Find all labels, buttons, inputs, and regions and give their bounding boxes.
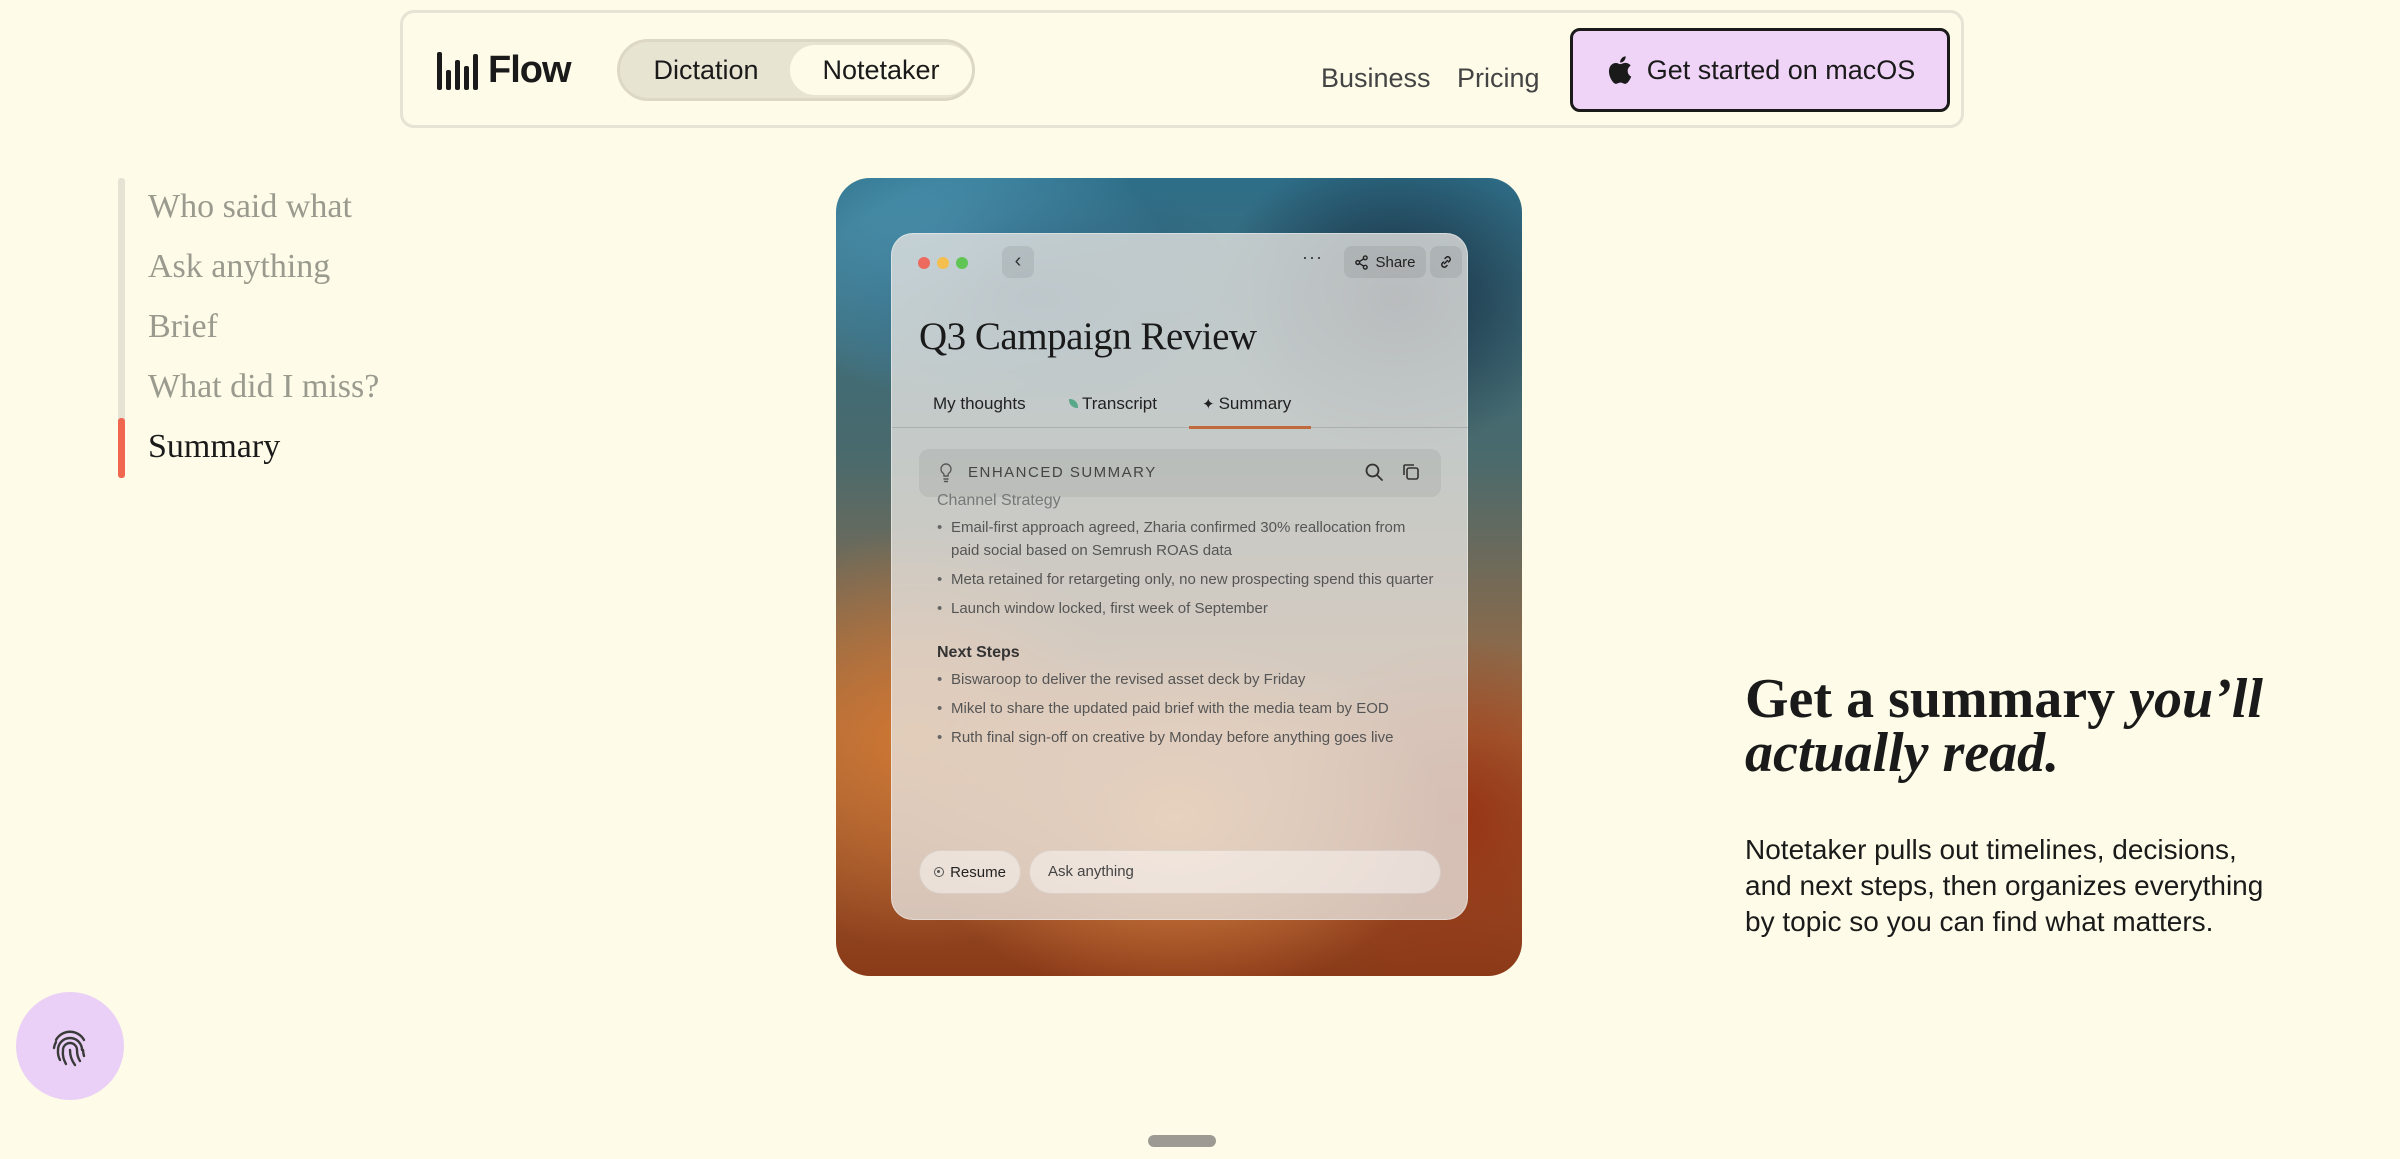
sparkle-icon: ✦ [1202, 396, 1215, 413]
tab-transcript-label: Transcript [1082, 394, 1157, 413]
section-headline: Get a summary you’ll actually read. [1745, 671, 2305, 781]
tab-my-thoughts[interactable]: My thoughts [933, 394, 1026, 414]
notetaker-tab[interactable]: Notetaker [790, 45, 972, 95]
side-nav-active-indicator [118, 418, 125, 478]
link-icon [1441, 256, 1451, 268]
tab-summary-label: Summary [1218, 394, 1292, 413]
side-item-brief[interactable]: Brief [148, 308, 218, 346]
enhanced-summary-bar: ENHANCED SUMMARY [919, 449, 1441, 497]
apple-icon [1608, 56, 1631, 84]
note-window: ‹ ··· Share Q3 Campaign Review My though… [891, 233, 1469, 920]
record-icon [934, 867, 945, 877]
scroll-handle[interactable] [1148, 1135, 1216, 1147]
back-chevron-icon[interactable]: ‹ [1002, 246, 1034, 278]
dictation-tab[interactable]: Dictation [620, 45, 792, 95]
tab-transcript[interactable]: Transcript [1069, 394, 1157, 414]
pricing-link[interactable]: Pricing [1457, 63, 1540, 94]
summary-bullet: Ruth final sign-off on creative by Monda… [937, 726, 1437, 749]
tab-summary[interactable]: ✦ Summary [1202, 394, 1291, 414]
summary-content: Channel Strategy Email-first approach ag… [937, 492, 1437, 749]
tab-my-thoughts-label: My thoughts [933, 394, 1026, 413]
window-controls [918, 257, 968, 269]
flow-logo[interactable]: Flow [437, 49, 572, 92]
logo-text: Flow [488, 49, 572, 91]
share-label: Share [1375, 253, 1416, 271]
summary-bullet: Meta retained for retargeting only, no n… [937, 568, 1437, 591]
section-heading: Channel Strategy [937, 492, 1061, 509]
note-tabs: My thoughts Transcript ✦ Summary [892, 388, 1469, 429]
maximize-dot[interactable] [956, 257, 968, 269]
top-nav: Flow Dictation Notetaker Business Pricin… [400, 10, 1964, 128]
enhanced-summary-label: ENHANCED SUMMARY [968, 464, 1157, 481]
summary-bullet: Biswaroop to deliver the revised asset d… [937, 668, 1437, 691]
waveform-bars-icon [437, 51, 478, 90]
get-started-button[interactable]: Get started on macOS [1570, 28, 1950, 112]
resume-label: Resume [950, 863, 1006, 881]
copy-icon[interactable] [1401, 462, 1421, 482]
summary-bullet: Mikel to share the updated paid brief wi… [937, 697, 1437, 720]
product-switcher: Dictation Notetaker [617, 39, 975, 101]
share-icon [1355, 254, 1369, 270]
summary-bullet: Email-first approach agreed, Zharia conf… [937, 516, 1437, 562]
section-heading: Next Steps [937, 644, 1020, 661]
hero-visual: ‹ ··· Share Q3 Campaign Review My though… [836, 178, 1522, 976]
close-dot[interactable] [918, 257, 930, 269]
side-item-who-said-what[interactable]: Who said what [148, 188, 352, 226]
leaf-icon [1069, 399, 1078, 408]
more-options-icon[interactable]: ··· [1302, 247, 1323, 268]
lightbulb-icon [940, 463, 952, 483]
get-started-label: Get started on macOS [1646, 54, 1916, 85]
share-button[interactable]: Share [1344, 246, 1426, 278]
ask-anything-input[interactable]: Ask anything [1029, 850, 1441, 894]
side-item-what-did-i-miss[interactable]: What did I miss? [148, 368, 379, 406]
fingerprint-button[interactable] [16, 992, 124, 1100]
resume-button[interactable]: Resume [919, 850, 1021, 894]
minimize-dot[interactable] [937, 257, 949, 269]
search-icon[interactable] [1364, 462, 1384, 482]
active-tab-underline [1189, 426, 1311, 429]
side-item-summary[interactable]: Summary [148, 428, 280, 466]
headline-plain: Get a summary [1745, 668, 2130, 730]
side-item-ask-anything[interactable]: Ask anything [148, 248, 330, 286]
fingerprint-icon [52, 1030, 86, 1067]
business-link[interactable]: Business [1321, 63, 1431, 94]
note-bottom-bar: Resume Ask anything [919, 850, 1441, 894]
summary-bullet: Launch window locked, first week of Sept… [937, 597, 1437, 620]
section-body: Notetaker pulls out timelines, decisions… [1745, 834, 2264, 937]
link-button[interactable] [1430, 246, 1462, 278]
note-title: Q3 Campaign Review [919, 315, 1257, 358]
